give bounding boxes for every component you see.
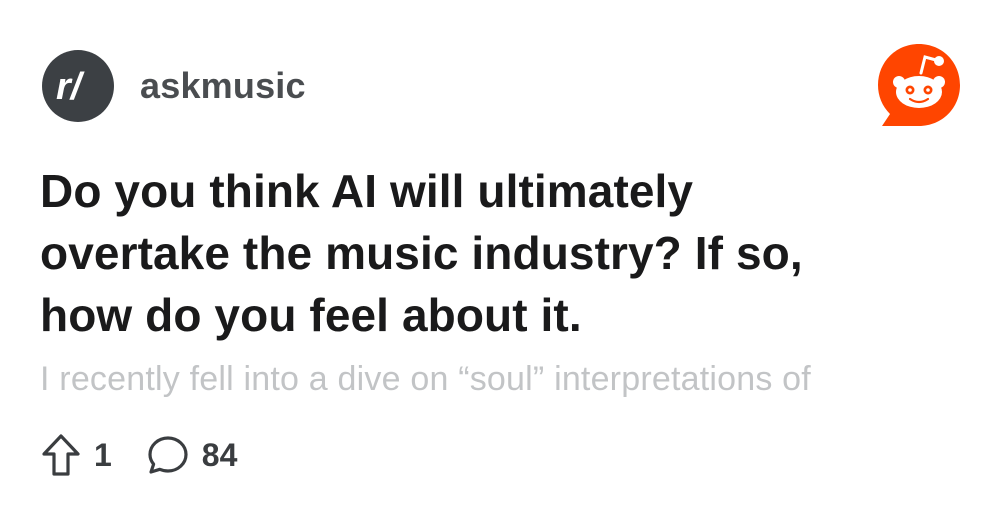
svg-text:r/: r/: [56, 66, 85, 108]
post-actions: 1 84: [40, 432, 237, 478]
reddit-snoo-icon: [874, 40, 964, 130]
subreddit-name[interactable]: askmusic: [140, 65, 306, 107]
post-header: r/ askmusic: [42, 50, 306, 122]
post-title-line: overtake the music industry? If so,: [40, 227, 803, 279]
upvote-button[interactable]: 1: [40, 432, 112, 478]
upvote-arrow-icon: [42, 434, 80, 476]
comment-bubble-icon: [148, 436, 188, 474]
post-card[interactable]: r/ askmusic Do you think AI will ultimat…: [0, 0, 1000, 521]
upvote-count: 1: [94, 436, 112, 473]
post-title-line: Do you think AI will ultimately: [40, 165, 694, 217]
post-title-line: how do you feel about it.: [40, 289, 582, 341]
comment-count: 84: [201, 436, 238, 473]
post-body-preview: I recently fell into a dive on “soul” in…: [40, 360, 811, 398]
comments-button[interactable]: 84: [146, 433, 238, 477]
subreddit-r-icon: r/: [56, 66, 85, 108]
subreddit-avatar[interactable]: r/: [42, 50, 114, 122]
post-title[interactable]: Do you think AI will ultimately overtake…: [40, 160, 940, 346]
